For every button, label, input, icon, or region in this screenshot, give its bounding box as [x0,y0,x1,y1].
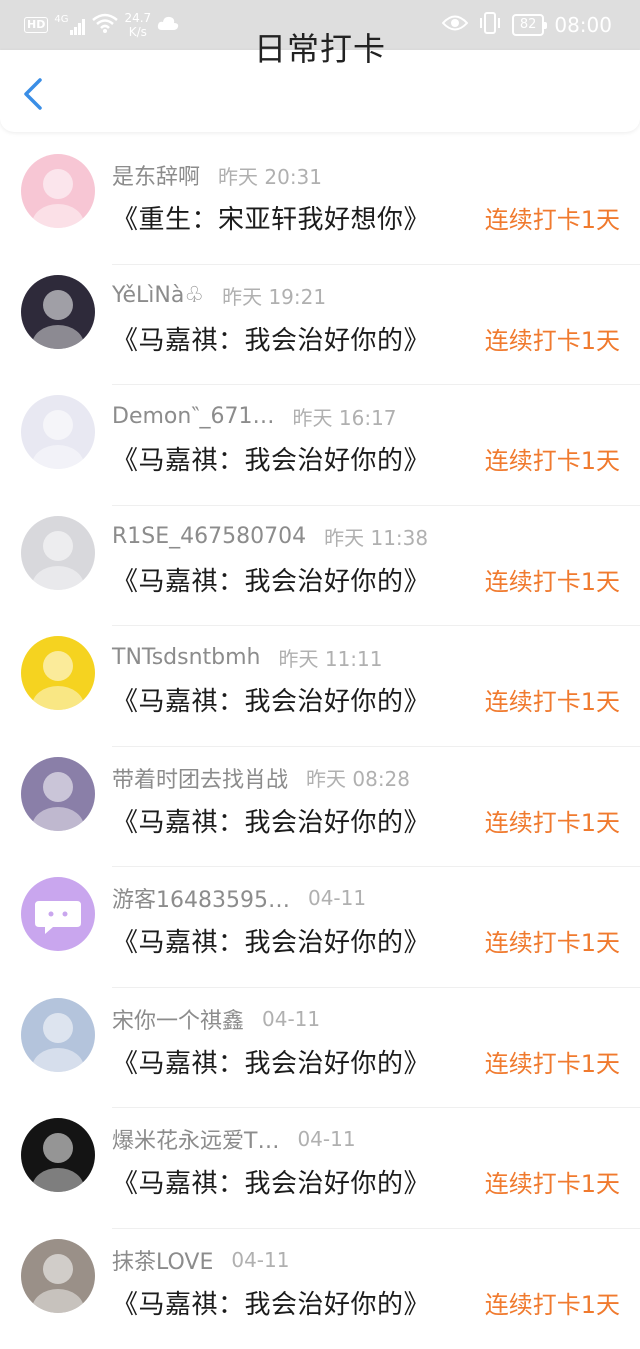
anime-girl-white-avatar [21,395,95,469]
list-item[interactable]: 抹茶LOVE 04-11 《马嘉祺：我会治好你的》 连续打卡1天 [0,1229,640,1349]
streak-label: 连续打卡1天 [485,200,620,235]
post-time: 04-11 [308,886,366,910]
post-time: 04-11 [231,1248,289,1272]
streak-label: 连续打卡1天 [485,441,620,476]
book-title[interactable]: 《马嘉祺：我会治好你的》 [112,320,430,357]
book-title[interactable]: 《重生：宋亚轩我好想你》 [112,199,430,236]
moon-dark-avatar [21,1118,95,1192]
entry-meta: R1SE_467580704 昨天 11:38 [112,522,428,552]
streak-label: 连续打卡1天 [485,923,620,958]
username[interactable]: 游客16483595… [112,882,290,914]
nav-bar: 日常打卡 [0,50,640,132]
post-time: 昨天 20:31 [218,161,322,190]
avatar[interactable] [21,1118,95,1192]
username[interactable]: 抹茶LOVE [112,1244,213,1276]
book-title[interactable]: 《马嘉祺：我会治好你的》 [112,1284,430,1321]
entry-meta: 宋你一个祺鑫 04-11 [112,1004,320,1034]
username[interactable]: 带着时团去找肖战 [112,762,288,794]
list-item[interactable]: 爆米花永远爱T… 04-11 《马嘉祺：我会治好你的》 连续打卡1天 [0,1108,640,1229]
streak-label: 连续打卡1天 [485,562,620,597]
list-item[interactable]: Demon‶_671… 昨天 16:17 《马嘉祺：我会治好你的》 连续打卡1天 [0,385,640,506]
streak-label: 连续打卡1天 [485,1164,620,1199]
avatar[interactable] [21,395,95,469]
group-photo-blue-avatar [21,998,95,1072]
book-title[interactable]: 《马嘉祺：我会治好你的》 [112,440,430,477]
page-title: 日常打卡 [0,0,640,98]
avatar[interactable] [21,275,95,349]
avatar[interactable] [21,877,95,951]
cartoon-yellow-avatar [21,636,95,710]
book-title[interactable]: 《马嘉祺：我会治好你的》 [112,561,430,598]
streak-label: 连续打卡1天 [485,803,620,838]
list-item[interactable]: TNTsdsntbmh 昨天 11:11 《马嘉祺：我会治好你的》 连续打卡1天 [0,626,640,747]
entry-meta: Demon‶_671… 昨天 16:17 [112,401,397,431]
book-title[interactable]: 《马嘉祺：我会治好你的》 [112,1163,430,1200]
username[interactable]: TNTsdsntbmh [112,645,261,670]
post-time: 04-11 [297,1127,355,1151]
streak-label: 连续打卡1天 [485,1044,620,1079]
avatar[interactable] [21,636,95,710]
username[interactable]: YěLìNà♧ [112,283,204,308]
post-time: 昨天 11:11 [279,643,383,672]
anime-girl-dark-avatar [21,275,95,349]
entry-meta: 抹茶LOVE 04-11 [112,1245,289,1275]
avatar[interactable] [21,998,95,1072]
entry-meta: 游客16483595… 04-11 [112,883,366,913]
entry-meta: 爆米花永远爱T… 04-11 [112,1124,356,1154]
post-time: 昨天 11:38 [324,522,428,551]
list-item[interactable]: 宋你一个祺鑫 04-11 《马嘉祺：我会治好你的》 连续打卡1天 [0,988,640,1109]
entry-meta: 是东辞啊昨天 20:31 [112,160,322,190]
entry-meta: TNTsdsntbmh 昨天 11:11 [112,642,383,672]
streak-label: 连续打卡1天 [485,682,620,717]
group-photo-avatar [21,516,95,590]
chat-bubble-avatar [21,877,95,951]
post-time: 昨天 08:28 [306,763,410,792]
avatar[interactable] [21,516,95,590]
username[interactable]: 是东辞啊 [112,159,200,191]
list-item[interactable]: 带着时团去找肖战昨天 08:28 《马嘉祺：我会治好你的》 连续打卡1天 [0,747,640,868]
post-time: 04-11 [262,1007,320,1031]
list-item[interactable]: YěLìNà♧ 昨天 19:21 《马嘉祺：我会治好你的》 连续打卡1天 [0,265,640,386]
list-item[interactable]: 是东辞啊昨天 20:31 《重生：宋亚轩我好想你》 连续打卡1天 [0,144,640,265]
book-title[interactable]: 《马嘉祺：我会治好你的》 [112,681,430,718]
username[interactable]: Demon‶_671… [112,404,275,429]
book-title[interactable]: 《马嘉祺：我会治好你的》 [112,1043,430,1080]
avatar[interactable] [21,1239,95,1313]
avatar[interactable] [21,154,95,228]
post-time: 昨天 16:17 [293,402,397,431]
book-title[interactable]: 《马嘉祺：我会治好你的》 [112,802,430,839]
username[interactable]: R1SE_467580704 [112,524,306,549]
username[interactable]: 宋你一个祺鑫 [112,1003,244,1035]
anime-girl-pink-avatar [21,154,95,228]
book-title[interactable]: 《马嘉祺：我会治好你的》 [112,922,430,959]
username[interactable]: 爆米花永远爱T… [112,1123,279,1155]
boy-photo-avatar [21,757,95,831]
list-item[interactable]: R1SE_467580704 昨天 11:38 《马嘉祺：我会治好你的》 连续打卡1天 [0,506,640,627]
post-time: 昨天 19:21 [222,281,326,310]
anime-sketch-avatar [21,1239,95,1313]
streak-label: 连续打卡1天 [485,321,620,356]
streak-label: 连续打卡1天 [485,1285,620,1320]
avatar[interactable] [21,757,95,831]
list-item[interactable]: 游客16483595… 04-11 《马嘉祺：我会治好你的》 连续打卡1天 [0,867,640,988]
entry-meta: 带着时团去找肖战昨天 08:28 [112,763,410,793]
entry-meta: YěLìNà♧ 昨天 19:21 [112,281,326,311]
checkin-list: 是东辞啊昨天 20:31《重生：宋亚轩我好想你》连续打卡1天YěLìNà♧昨天 … [0,144,640,1349]
